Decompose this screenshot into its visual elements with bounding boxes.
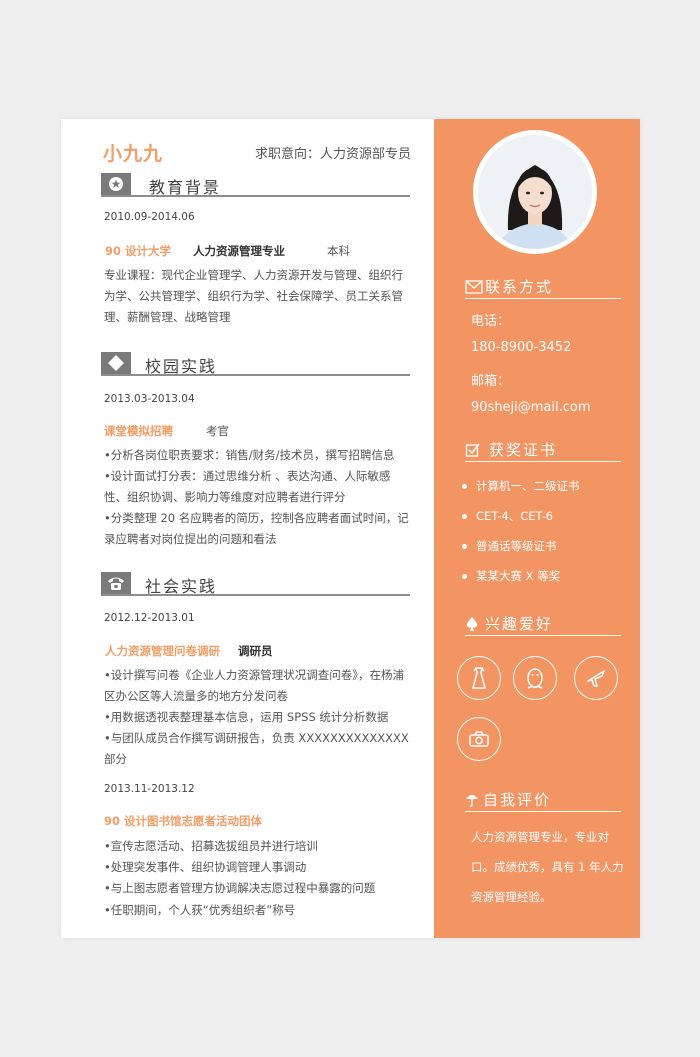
diamond-icon bbox=[101, 352, 131, 374]
dress-icon bbox=[457, 656, 501, 700]
social-bullet: •设计撰写问卷《企业人力资源管理状况调查问卷》，在杨浦区办公区等人流量多的地方分… bbox=[104, 668, 405, 703]
section-divider bbox=[465, 298, 621, 299]
campus-org: 课堂模拟招聘 bbox=[104, 424, 173, 438]
star-icon bbox=[101, 173, 131, 195]
section-divider bbox=[465, 635, 621, 636]
social-role-1: 调研员 bbox=[238, 644, 273, 658]
campus-bullet: •设计面试打分表：通过思维分析 、表达沟通、人际敏感性、组织协调、影响力等维度对… bbox=[104, 469, 391, 504]
award-item: CET-4、CET-6 bbox=[462, 509, 553, 523]
phone-icon bbox=[101, 572, 131, 594]
social-bullet: •任职期间，个人获“优秀组织者”称号 bbox=[104, 903, 296, 917]
campus-date: 2013.03-2013.04 bbox=[104, 393, 195, 405]
job-intent: 求职意向：人力资源部专员 bbox=[254, 147, 411, 162]
education-header: 教育背景 bbox=[101, 173, 410, 197]
education-courses: 专业课程：现代企业管理学、人力资源开发与管理、组织行为学、公共管理学、组织行为学… bbox=[104, 268, 403, 324]
phone-label: 电话： bbox=[471, 314, 511, 329]
resume-page: 小九九 求职意向：人力资源部专员 教育背景 2010.09-2014.06 90… bbox=[61, 119, 640, 938]
social-bullet: •与上图志愿者管理方协调解决志愿过程中暴露的问题 bbox=[104, 881, 376, 895]
spade-icon bbox=[465, 616, 483, 632]
envelope-icon bbox=[465, 279, 483, 295]
camera-icon bbox=[457, 717, 501, 761]
section-divider bbox=[465, 461, 621, 462]
campus-header: 校园实践 bbox=[101, 352, 410, 376]
contact-header: 联系方式 bbox=[465, 276, 621, 299]
education-major: 人力资源管理专业 bbox=[193, 244, 285, 258]
phone-number: 180-8900-3452 bbox=[471, 340, 572, 355]
campus-bullet: •分析各岗位职责要求：销售/财务/技术员，撰写招聘信息 bbox=[104, 448, 395, 462]
hobbies-title: 兴趣爱好 bbox=[485, 615, 554, 633]
social-date-1: 2012.12-2013.01 bbox=[104, 612, 195, 624]
social-header: 社会实践 bbox=[101, 572, 410, 596]
campus-role: 考官 bbox=[206, 424, 229, 438]
candidate-name: 小九九 bbox=[103, 143, 164, 165]
hobbies-header: 兴趣爱好 bbox=[465, 613, 621, 636]
checkbox-icon bbox=[465, 442, 483, 458]
awards-title: 获奖证书 bbox=[489, 441, 558, 459]
social-bullet: •与团队成员合作撰写调研报告，负责 XXXXXXXXXXXXXX 部分 bbox=[104, 731, 409, 766]
education-school: 90 设计大学 bbox=[105, 244, 172, 258]
portrait-photo bbox=[478, 135, 592, 249]
social-date-2: 2013.11-2013.12 bbox=[104, 783, 195, 795]
email-address: 90sheji@mail.com bbox=[471, 400, 591, 415]
education-date: 2010.09-2014.06 bbox=[104, 211, 195, 223]
left-column: 小九九 求职意向：人力资源部专员 教育背景 2010.09-2014.06 90… bbox=[61, 119, 434, 938]
social-bullet: •宣传志愿活动、招募选拔组员并进行培训 bbox=[104, 839, 318, 853]
education-degree: 本科 bbox=[327, 244, 350, 258]
social-org-1: 人力资源管理问卷调研 bbox=[105, 644, 220, 658]
social-org-2: 90 设计图书馆志愿者活动团体 bbox=[104, 814, 263, 828]
self-eval-title: 自我评价 bbox=[483, 791, 552, 809]
right-column: 联系方式 电话： 180-8900-3452 邮箱： 90sheji@mail.… bbox=[434, 119, 640, 938]
award-item: 某某大赛 X 等奖 bbox=[461, 569, 561, 583]
award-item: 普通话等级证书 bbox=[462, 539, 557, 553]
awards-header: 获奖证书 bbox=[465, 439, 621, 462]
avatar bbox=[473, 130, 597, 254]
umbrella-icon bbox=[465, 792, 483, 808]
email-label: 邮箱： bbox=[471, 374, 511, 389]
section-divider bbox=[465, 811, 621, 812]
contact-title: 联系方式 bbox=[485, 278, 554, 296]
campus-bullet: •分类整理 20 名应聘者的简历，控制各应聘者面试时间，记录应聘者对岗位提出的问… bbox=[104, 511, 409, 546]
section-divider bbox=[101, 195, 410, 197]
penguin-icon bbox=[513, 656, 557, 700]
self-eval-text: 人力资源管理专业，专业对口。成绩优秀，具有 1 年人力资源管理经验。 bbox=[471, 830, 624, 904]
award-item: 计算机一、二级证书 bbox=[462, 479, 580, 493]
section-divider bbox=[101, 594, 410, 596]
section-divider bbox=[101, 374, 410, 376]
self-eval-header: 自我评价 bbox=[465, 789, 621, 812]
social-bullet: •处理突发事件、组织协调管理人事调动 bbox=[104, 860, 307, 874]
social-bullet: •用数据透视表整理基本信息，运用 SPSS 统计分析数据 bbox=[104, 710, 389, 724]
plane-icon bbox=[574, 656, 618, 700]
